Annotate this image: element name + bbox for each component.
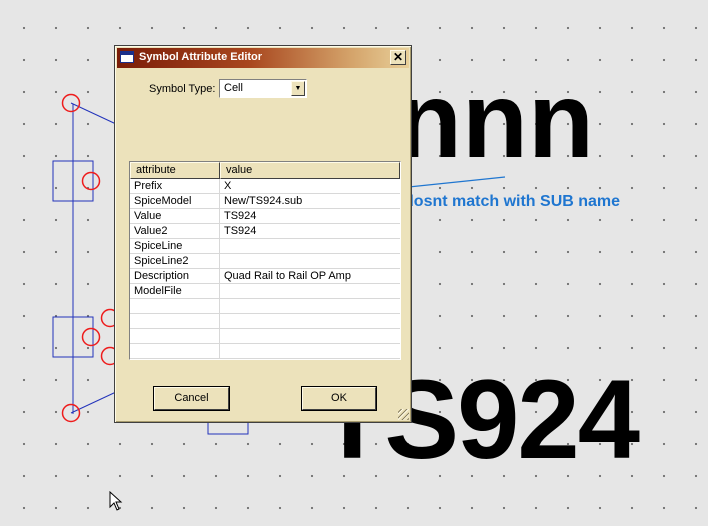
dialog-titlebar[interactable]: Symbol Attribute Editor ✕ xyxy=(117,48,409,68)
attribute-cell[interactable]: SpiceLine2 xyxy=(130,254,220,268)
pin-lead xyxy=(70,391,117,414)
resize-grip-icon[interactable] xyxy=(398,409,409,420)
symbol-type-label: Symbol Type: xyxy=(149,83,216,95)
value-cell[interactable]: TS924 xyxy=(220,209,400,223)
attribute-cell[interactable]: Value xyxy=(130,209,220,223)
dialog-title: Symbol Attribute Editor xyxy=(139,51,263,63)
attribute-table[interactable]: attribute value Prefix X SpiceModel New/TS… xyxy=(129,161,401,360)
table-row[interactable]: SpiceLine xyxy=(130,239,400,254)
table-row[interactable]: Value TS924 xyxy=(130,209,400,224)
column-header-attribute[interactable]: attribute xyxy=(130,162,220,179)
symbol-type-value: Cell xyxy=(224,82,243,94)
value-cell[interactable]: Quad Rail to Rail OP Amp xyxy=(220,269,400,283)
attribute-cell[interactable]: ModelFile xyxy=(130,284,220,298)
chevron-down-icon[interactable]: ▼ xyxy=(291,81,305,96)
table-row[interactable] xyxy=(130,359,400,360)
value-cell[interactable] xyxy=(220,284,400,298)
attribute-cell[interactable] xyxy=(130,299,220,313)
attribute-cell[interactable]: Value2 xyxy=(130,224,220,238)
attribute-cell[interactable] xyxy=(130,344,220,358)
pin-marker xyxy=(81,171,101,191)
symbol-attribute-editor-dialog: Symbol Attribute Editor ✕ Symbol Type: C… xyxy=(114,45,412,423)
table-row[interactable] xyxy=(130,329,400,344)
close-icon: ✕ xyxy=(392,50,404,64)
attribute-cell[interactable] xyxy=(130,359,220,360)
symbol-name-text: nnn xyxy=(396,59,594,180)
attribute-cell[interactable]: SpiceModel xyxy=(130,194,220,208)
table-row[interactable] xyxy=(130,314,400,329)
ok-button[interactable]: OK xyxy=(302,387,376,410)
value-cell[interactable] xyxy=(220,314,400,328)
column-header-value[interactable]: value xyxy=(220,162,400,179)
mouse-cursor-icon xyxy=(109,491,123,511)
table-row[interactable]: ModelFile xyxy=(130,284,400,299)
attribute-cell[interactable] xyxy=(130,314,220,328)
value-cell[interactable]: New/TS924.sub xyxy=(220,194,400,208)
attribute-cell[interactable]: Description xyxy=(130,269,220,283)
value-cell[interactable] xyxy=(220,254,400,268)
attribute-cell[interactable] xyxy=(130,329,220,343)
symbol-type-select[interactable]: Cell ▼ xyxy=(219,79,307,98)
value-cell[interactable]: TS924 xyxy=(220,224,400,238)
attribute-cell[interactable]: SpiceLine xyxy=(130,239,220,253)
table-header: attribute value xyxy=(130,162,400,179)
value-cell[interactable]: X xyxy=(220,179,400,193)
table-row[interactable]: Description Quad Rail to Rail OP Amp xyxy=(130,269,400,284)
value-cell[interactable] xyxy=(220,329,400,343)
value-cell[interactable] xyxy=(220,239,400,253)
attribute-cell[interactable]: Prefix xyxy=(130,179,220,193)
table-row[interactable]: Value2 TS924 xyxy=(130,224,400,239)
pin-lead xyxy=(70,102,117,125)
close-button[interactable]: ✕ xyxy=(390,50,406,65)
pin-box xyxy=(207,421,249,435)
value-cell[interactable] xyxy=(220,344,400,358)
value-cell[interactable] xyxy=(220,299,400,313)
value-cell[interactable] xyxy=(220,359,400,360)
table-row[interactable]: SpiceModel New/TS924.sub xyxy=(130,194,400,209)
window-icon xyxy=(120,51,134,63)
cancel-button[interactable]: Cancel xyxy=(154,387,229,410)
pin-marker xyxy=(81,327,101,347)
table-row[interactable]: Prefix X xyxy=(130,179,400,194)
table-row[interactable] xyxy=(130,344,400,359)
table-row[interactable] xyxy=(130,299,400,314)
table-row[interactable]: SpiceLine2 xyxy=(130,254,400,269)
